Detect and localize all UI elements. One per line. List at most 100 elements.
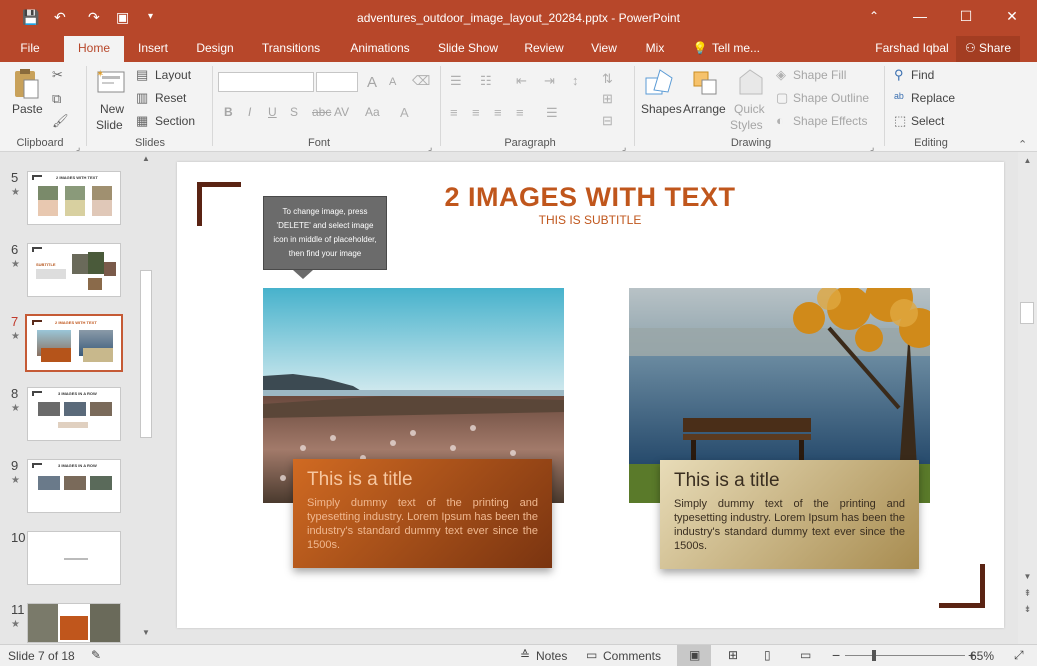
align-center-icon[interactable]: ≡: [472, 106, 480, 120]
arrange-button[interactable]: Arrange: [683, 102, 726, 116]
zoom-slider-thumb[interactable]: [872, 650, 876, 661]
font-name-input[interactable]: [218, 72, 314, 92]
close-button[interactable]: ✕: [989, 0, 1035, 32]
tell-me-input[interactable]: Tell me...: [708, 36, 764, 62]
reading-view-icon[interactable]: ▯: [764, 648, 771, 662]
slide[interactable]: 2 IMAGES WITH TEXT THIS IS SUBTITLE To c…: [177, 162, 1004, 628]
share-button[interactable]: ⚇ Share: [956, 36, 1020, 62]
spellcheck-icon[interactable]: ✎: [91, 648, 101, 662]
thumbnail-scrollbar[interactable]: ▲ ▼: [138, 152, 155, 644]
callout-note[interactable]: To change image, press 'DELETE' and sele…: [263, 196, 387, 270]
tab-slide-show[interactable]: Slide Show: [432, 36, 504, 62]
clear-format-icon[interactable]: ⌫: [412, 74, 430, 88]
thumb-slide-5[interactable]: 2 IMAGES WITH TEXT: [27, 171, 121, 225]
card-2-title[interactable]: This is a title: [674, 470, 905, 492]
slideshow-view-icon[interactable]: ▭: [800, 648, 811, 662]
zoom-out-button[interactable]: −: [832, 647, 840, 663]
fit-to-window-icon[interactable]: ⤢: [1014, 648, 1024, 663]
previous-slide-icon[interactable]: ⇞: [1021, 588, 1034, 600]
numbering-icon[interactable]: ☷: [480, 74, 492, 88]
format-painter-icon[interactable]: 🖌: [52, 114, 69, 128]
zoom-level[interactable]: 65%: [968, 649, 994, 663]
minimize-button[interactable]: —: [897, 0, 943, 32]
line-spacing-icon[interactable]: ↕: [572, 74, 579, 88]
thumb-slide-7[interactable]: 2 IMAGES WITH TEXT: [25, 314, 123, 372]
tab-design[interactable]: Design: [190, 36, 240, 62]
tab-file[interactable]: File: [10, 36, 50, 62]
replace-button[interactable]: Replace: [911, 91, 955, 105]
shape-effects-button[interactable]: Shape Effects: [793, 114, 868, 128]
collapse-ribbon-icon[interactable]: ⌃: [1018, 138, 1027, 152]
find-button[interactable]: Find: [911, 68, 934, 82]
comments-button[interactable]: Comments: [603, 649, 661, 663]
thumb-slide-8[interactable]: 3 IMAGES IN A ROW: [27, 387, 121, 441]
tab-animations[interactable]: Animations: [342, 36, 418, 62]
card-1[interactable]: This is a title Simply dummy text of the…: [293, 459, 552, 568]
card-1-title[interactable]: This is a title: [307, 469, 538, 491]
text-direction-icon[interactable]: ⇅: [602, 72, 613, 86]
shapes-button[interactable]: Shapes: [641, 102, 682, 116]
copy-icon[interactable]: ⧉: [52, 92, 61, 106]
thumb-slide-9[interactable]: 3 IMAGES IN A ROW: [27, 459, 121, 513]
shadow-button[interactable]: abc: [312, 105, 331, 119]
align-right-icon[interactable]: ≡: [494, 106, 502, 120]
zoom-slider[interactable]: [845, 655, 965, 656]
char-spacing-button[interactable]: AV: [334, 105, 349, 119]
scroll-down-icon[interactable]: ▼: [1021, 572, 1034, 584]
grow-font-button[interactable]: A: [367, 74, 377, 91]
bold-button[interactable]: B: [224, 105, 233, 119]
new-slide-label-2[interactable]: Slide: [96, 118, 123, 132]
next-slide-icon[interactable]: ⇟: [1021, 604, 1034, 616]
align-text-icon[interactable]: ⊞: [602, 92, 613, 106]
slide-sorter-icon[interactable]: ⊞: [728, 648, 738, 662]
bullets-icon[interactable]: ☰: [450, 74, 462, 88]
thumb-slide-11[interactable]: [27, 603, 121, 643]
tab-insert[interactable]: Insert: [130, 36, 176, 62]
shrink-font-button[interactable]: A: [389, 76, 396, 88]
scroll-up-icon[interactable]: ▲: [140, 154, 152, 166]
card-2[interactable]: This is a title Simply dummy text of the…: [660, 460, 919, 569]
shape-fill-button[interactable]: Shape Fill: [793, 68, 846, 82]
underline-button[interactable]: U: [268, 105, 277, 119]
change-case-button[interactable]: Aa: [365, 105, 380, 119]
increase-indent-icon[interactable]: ⇥: [544, 74, 555, 88]
scroll-thumb[interactable]: [140, 270, 152, 438]
decrease-indent-icon[interactable]: ⇤: [516, 74, 527, 88]
slide-subtitle[interactable]: THIS IS SUBTITLE: [427, 213, 753, 227]
smartart-icon[interactable]: ⊟: [602, 114, 613, 128]
strike-button[interactable]: S: [290, 105, 298, 119]
notes-button[interactable]: Notes: [536, 649, 567, 663]
tab-mix[interactable]: Mix: [636, 36, 674, 62]
paste-button[interactable]: Paste: [12, 102, 43, 116]
shape-outline-button[interactable]: Shape Outline: [793, 91, 869, 105]
tab-transitions[interactable]: Transitions: [254, 36, 328, 62]
tab-home[interactable]: Home: [64, 36, 124, 62]
reset-button[interactable]: Reset: [155, 91, 186, 105]
scroll-thumb[interactable]: [1020, 302, 1034, 324]
thumb-slide-6[interactable]: SUBTITLE: [27, 243, 121, 297]
layout-button[interactable]: Layout: [155, 68, 191, 82]
slide-title[interactable]: 2 IMAGES WITH TEXT: [377, 182, 803, 213]
thumb-slide-10[interactable]: [27, 531, 121, 585]
canvas-scrollbar[interactable]: ▲ ▼ ⇞ ⇟: [1018, 152, 1037, 644]
scroll-up-icon[interactable]: ▲: [1021, 156, 1034, 168]
normal-view-button[interactable]: ▣: [677, 645, 711, 666]
columns-icon[interactable]: ☰: [546, 106, 558, 120]
section-button[interactable]: Section: [155, 114, 195, 128]
cut-icon[interactable]: ✂: [52, 68, 63, 82]
ribbon-display-icon[interactable]: ⌃: [851, 0, 897, 32]
align-left-icon[interactable]: ≡: [450, 106, 458, 120]
select-button[interactable]: Select: [911, 114, 944, 128]
new-slide-label-1[interactable]: New: [100, 102, 124, 116]
scroll-down-icon[interactable]: ▼: [140, 628, 152, 640]
italic-button[interactable]: I: [248, 105, 251, 119]
card-2-body[interactable]: Simply dummy text of the printing and ty…: [674, 497, 905, 553]
card-1-body[interactable]: Simply dummy text of the printing and ty…: [307, 496, 538, 552]
quick-styles-label-2[interactable]: Styles: [730, 118, 763, 132]
font-size-input[interactable]: [316, 72, 358, 92]
restore-button[interactable]: ☐: [943, 0, 989, 32]
justify-icon[interactable]: ≡: [516, 106, 524, 120]
user-name[interactable]: Farshad Iqbal: [872, 36, 952, 62]
quick-styles-label-1[interactable]: Quick: [734, 102, 765, 116]
tab-view[interactable]: View: [584, 36, 624, 62]
